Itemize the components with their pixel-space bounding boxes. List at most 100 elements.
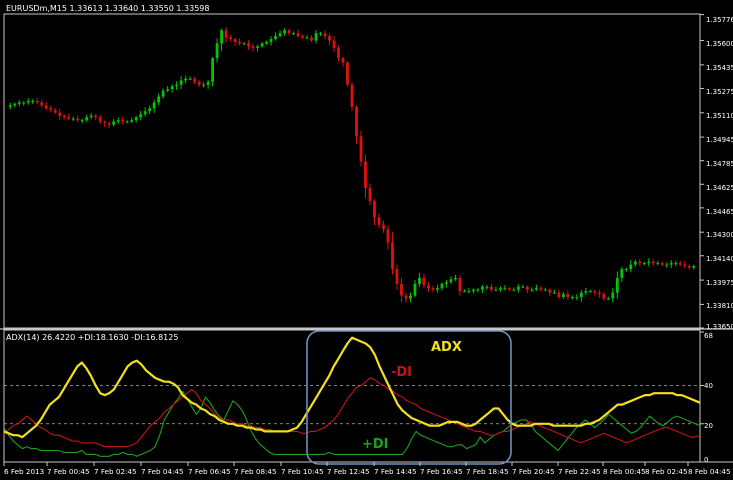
time-tick: 8 Feb 00:45 bbox=[603, 467, 646, 476]
price-panel-border bbox=[3, 13, 701, 329]
candle-down bbox=[377, 217, 381, 225]
candle-down bbox=[301, 36, 304, 38]
candle-down bbox=[593, 291, 597, 293]
time-tick: 7 Feb 16:45 bbox=[420, 467, 463, 476]
candle-down bbox=[94, 115, 98, 118]
candle-up bbox=[584, 291, 588, 293]
price-tick: 1.35435 bbox=[706, 64, 733, 72]
price-candles bbox=[8, 27, 696, 303]
candle-up bbox=[211, 58, 214, 82]
price-tick: 1.35275 bbox=[706, 88, 733, 96]
candle-up bbox=[116, 120, 120, 122]
candle-up bbox=[674, 263, 678, 265]
candle-up bbox=[436, 288, 439, 290]
time-tick: 7 Feb 12:45 bbox=[327, 467, 370, 476]
candle-down bbox=[337, 47, 340, 59]
candle-down bbox=[683, 264, 687, 267]
candle-up bbox=[134, 117, 138, 121]
candle-up bbox=[319, 33, 322, 35]
candle-up bbox=[242, 43, 246, 45]
candle-down bbox=[539, 288, 543, 290]
candle-down bbox=[602, 294, 606, 299]
candle-down bbox=[197, 81, 201, 85]
chart-canvas bbox=[0, 13, 733, 466]
candle-up bbox=[260, 43, 264, 47]
candle-up bbox=[611, 292, 615, 299]
price-tick: 1.34785 bbox=[706, 160, 733, 168]
candle-down bbox=[687, 266, 691, 268]
candle-down bbox=[40, 102, 44, 106]
candle-up bbox=[413, 283, 417, 296]
candle-down bbox=[382, 224, 385, 230]
candle-up bbox=[112, 121, 116, 125]
candle-down bbox=[386, 229, 390, 243]
candle-up bbox=[175, 84, 179, 87]
candle-up bbox=[575, 297, 579, 299]
candle-down bbox=[62, 115, 66, 118]
candle-down bbox=[238, 42, 241, 44]
candle-down bbox=[323, 33, 327, 37]
candle-down bbox=[373, 201, 376, 218]
candle-up bbox=[202, 84, 206, 86]
candle-up bbox=[130, 120, 134, 122]
time-tick: 7 Feb 10:45 bbox=[281, 467, 324, 476]
candle-down bbox=[404, 295, 408, 299]
candle-up bbox=[642, 263, 646, 265]
chart-frame bbox=[0, 13, 733, 463]
candle-down bbox=[490, 286, 493, 290]
candle-up bbox=[669, 263, 673, 265]
candle-down bbox=[422, 277, 426, 286]
price-tick: 1.34300 bbox=[706, 231, 733, 239]
candle-up bbox=[22, 102, 26, 104]
candle-up bbox=[552, 292, 556, 294]
price-tick: 1.33975 bbox=[706, 279, 733, 287]
price-tick: 1.33810 bbox=[706, 302, 733, 310]
candle-up bbox=[516, 286, 520, 290]
candle-down bbox=[224, 30, 228, 38]
candle-down bbox=[431, 288, 435, 290]
candle-up bbox=[89, 115, 93, 118]
candle-up bbox=[692, 266, 696, 268]
candle-up bbox=[305, 37, 309, 39]
candle-up bbox=[454, 277, 457, 280]
candle-down bbox=[359, 136, 363, 162]
time-tick: 6 Feb 2013 bbox=[4, 467, 45, 476]
adx-label: ADX bbox=[431, 340, 462, 355]
candle-down bbox=[233, 39, 237, 43]
candle-down bbox=[287, 30, 291, 34]
candle-up bbox=[534, 288, 538, 290]
candle-down bbox=[660, 263, 664, 265]
indicator-tick: 20 bbox=[704, 422, 713, 430]
candle-down bbox=[49, 108, 53, 110]
candle-up bbox=[179, 80, 183, 85]
indicator-lines bbox=[3, 336, 701, 457]
candle-up bbox=[606, 298, 610, 300]
minus-di-label: -DI bbox=[391, 365, 413, 380]
candle-down bbox=[368, 187, 372, 202]
candle-down bbox=[296, 33, 300, 37]
candle-up bbox=[157, 96, 161, 103]
time-tick: 7 Feb 18:45 bbox=[466, 467, 509, 476]
candle-up bbox=[220, 30, 223, 44]
candle-up bbox=[512, 289, 516, 291]
candle-up bbox=[71, 118, 75, 120]
candle-down bbox=[107, 123, 111, 125]
candle-up bbox=[629, 264, 633, 270]
candle-up bbox=[472, 289, 475, 292]
candle-up bbox=[292, 33, 295, 35]
candle-up bbox=[521, 286, 525, 288]
time-tick: 8 Feb 04:45 bbox=[688, 467, 731, 476]
candle-up bbox=[647, 261, 651, 264]
candle-down bbox=[355, 106, 358, 137]
candle-up bbox=[274, 36, 277, 40]
candle-down bbox=[458, 277, 462, 292]
candle-up bbox=[85, 117, 89, 121]
candle-up bbox=[125, 121, 129, 123]
candle-down bbox=[566, 294, 570, 298]
candle-down bbox=[103, 121, 107, 124]
candle-up bbox=[265, 42, 268, 44]
candle-up bbox=[463, 291, 466, 293]
indicator-levels bbox=[4, 331, 704, 463]
candle-up bbox=[503, 288, 507, 290]
candle-up bbox=[8, 105, 12, 107]
